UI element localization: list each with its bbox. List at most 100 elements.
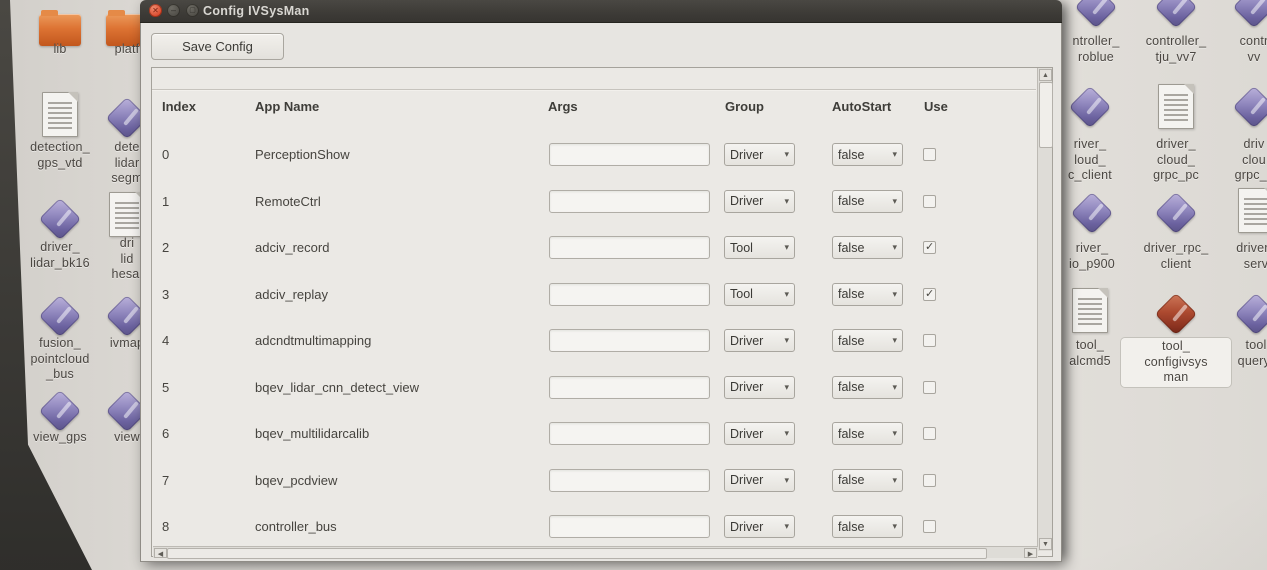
chevron-down-icon: ▾ xyxy=(784,521,789,532)
row-index: 1 xyxy=(162,194,169,209)
row-app-name: bqev_lidar_cnn_detect_view xyxy=(255,380,419,395)
use-checkbox[interactable] xyxy=(923,241,936,254)
use-checkbox[interactable] xyxy=(923,427,936,440)
app-diamond-icon xyxy=(1231,0,1267,30)
row-app-name: adcndtmultimapping xyxy=(255,333,371,348)
chevron-down-icon: ▾ xyxy=(892,382,897,393)
horizontal-scroll-thumb[interactable] xyxy=(167,548,987,559)
chevron-down-icon: ▾ xyxy=(784,382,789,393)
header-app-name: App Name xyxy=(255,99,319,114)
args-input[interactable] xyxy=(549,143,710,166)
use-checkbox[interactable] xyxy=(923,288,936,301)
group-select[interactable]: Driver▾ xyxy=(724,143,795,166)
autostart-select[interactable]: false▾ xyxy=(832,515,903,538)
desktop-icon[interactable]: drivclougrpc_s xyxy=(1207,84,1267,130)
icon-label: toolqueryr xyxy=(1201,338,1267,369)
group-select[interactable]: Tool▾ xyxy=(724,283,795,306)
desktop: libplatfdetection_gps_vtddetelidarsegmdr… xyxy=(0,0,1267,570)
icon-label-line: contr xyxy=(1199,34,1267,50)
group-select-value: Tool xyxy=(730,287,753,301)
icon-label-line: man xyxy=(1121,370,1231,386)
app-diamond-icon xyxy=(1073,0,1119,30)
use-checkbox[interactable] xyxy=(923,334,936,347)
table-row: 8controller_busDriver▾false▾ xyxy=(152,504,1036,544)
close-icon[interactable] xyxy=(149,4,162,17)
app-diamond-icon xyxy=(37,388,83,434)
autostart-select[interactable]: false▾ xyxy=(832,190,903,213)
table-row: 3adciv_replayTool▾false▾ xyxy=(152,272,1036,318)
row-index: 7 xyxy=(162,473,169,488)
table-row: 4adcndtmultimappingDriver▾false▾ xyxy=(152,318,1036,364)
config-window: Config IVSysMan Save Config Index App Na… xyxy=(140,0,1062,562)
autostart-select[interactable]: false▾ xyxy=(832,469,903,492)
autostart-select[interactable]: false▾ xyxy=(832,329,903,352)
autostart-select[interactable]: false ▾ xyxy=(832,376,903,399)
group-select-value: Driver xyxy=(730,194,763,208)
autostart-select[interactable]: false▾ xyxy=(832,236,903,259)
group-select[interactable]: Driver▾ xyxy=(724,469,795,492)
group-select[interactable]: Driver▾ xyxy=(724,515,795,538)
desktop-icon[interactable]: toolqueryr xyxy=(1209,291,1267,337)
args-input[interactable] xyxy=(549,329,710,352)
vertical-scroll-thumb[interactable] xyxy=(1039,82,1053,148)
screen-bezel-edge xyxy=(0,0,100,570)
args-input[interactable] xyxy=(549,422,710,445)
chevron-down-icon: ▾ xyxy=(892,196,897,207)
use-checkbox[interactable] xyxy=(923,474,936,487)
chevron-down-icon: ▾ xyxy=(892,428,897,439)
args-input[interactable] xyxy=(549,283,710,306)
group-select[interactable]: Driver▾ xyxy=(724,329,795,352)
autostart-select-value: false xyxy=(838,520,864,534)
use-checkbox[interactable] xyxy=(923,381,936,394)
use-checkbox[interactable] xyxy=(923,195,936,208)
group-select[interactable]: Driver▾ xyxy=(724,190,795,213)
icon-label-line: driv xyxy=(1199,137,1267,153)
group-select-value: Driver xyxy=(730,148,763,162)
minimize-icon[interactable] xyxy=(167,4,180,17)
args-input[interactable] xyxy=(549,469,710,492)
app-diamond-icon xyxy=(1153,190,1199,236)
row-index: 0 xyxy=(162,147,169,162)
group-select[interactable]: Driver ▾ xyxy=(724,376,795,399)
args-input[interactable] xyxy=(549,376,710,399)
vertical-scrollbar[interactable]: ▲ ▼ xyxy=(1037,68,1052,551)
save-config-button[interactable]: Save Config xyxy=(151,33,284,60)
horizontal-scrollbar[interactable]: ◀ ▶ xyxy=(153,546,1038,558)
group-select[interactable]: Driver▾ xyxy=(724,422,795,445)
autostart-select-value: false xyxy=(838,380,864,394)
args-input[interactable] xyxy=(549,236,710,259)
autostart-select-value: false xyxy=(838,427,864,441)
table-row: 7bqev_pcdviewDriver▾false▾ xyxy=(152,458,1036,504)
chevron-down-icon: ▾ xyxy=(784,335,789,346)
autostart-select-value: false xyxy=(838,473,864,487)
row-index: 3 xyxy=(162,287,169,302)
document-icon xyxy=(1158,84,1194,129)
desktop-icon[interactable]: contrvv xyxy=(1207,0,1267,30)
header-group: Group xyxy=(725,99,764,114)
scroll-down-icon[interactable]: ▼ xyxy=(1039,538,1052,550)
args-input[interactable] xyxy=(549,515,710,538)
app-diamond-icon xyxy=(1233,291,1267,337)
chevron-down-icon: ▾ xyxy=(892,289,897,300)
scroll-right-icon[interactable]: ▶ xyxy=(1024,548,1037,558)
use-checkbox[interactable] xyxy=(923,520,936,533)
maximize-icon[interactable] xyxy=(186,4,199,17)
autostart-select[interactable]: false▾ xyxy=(832,143,903,166)
use-checkbox[interactable] xyxy=(923,148,936,161)
row-index: 8 xyxy=(162,519,169,534)
scroll-left-icon[interactable]: ◀ xyxy=(154,548,167,558)
table-row: 0PerceptionShowDriver▾false▾ xyxy=(152,132,1036,178)
app-diamond-icon xyxy=(1067,84,1113,130)
icon-label: driver_serv xyxy=(1201,241,1267,272)
autostart-select-value: false xyxy=(838,287,864,301)
icon-label-line: queryr xyxy=(1201,354,1267,370)
titlebar[interactable]: Config IVSysMan xyxy=(140,0,1062,23)
scroll-up-icon[interactable]: ▲ xyxy=(1039,69,1052,81)
args-input[interactable] xyxy=(549,190,710,213)
autostart-select[interactable]: false ▾ xyxy=(832,422,903,445)
desktop-icon[interactable]: driver_serv xyxy=(1209,188,1267,233)
autostart-select[interactable]: false ▾ xyxy=(832,283,903,306)
group-select[interactable]: Tool▾ xyxy=(724,236,795,259)
group-select-value: Driver xyxy=(730,380,763,394)
row-app-name: bqev_multilidarcalib xyxy=(255,426,369,441)
